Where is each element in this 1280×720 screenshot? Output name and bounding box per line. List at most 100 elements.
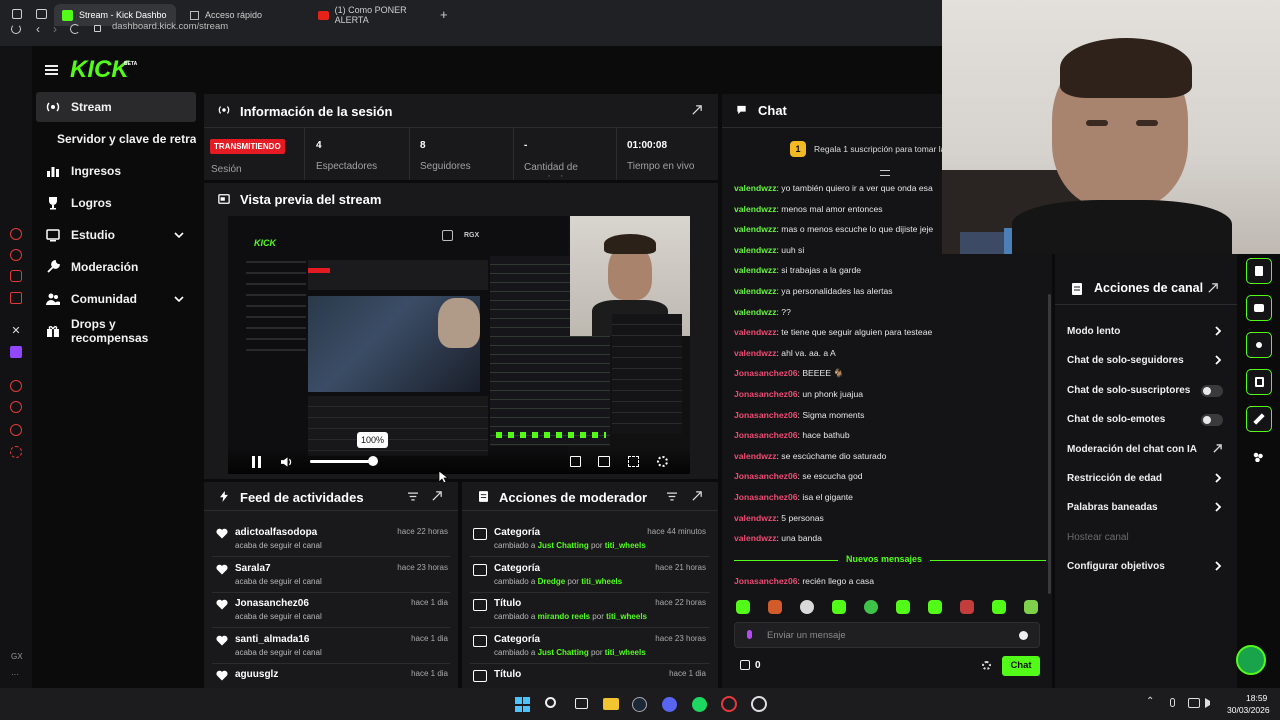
task-view-icon[interactable]: [575, 698, 588, 709]
url-field[interactable]: dashboard.kick.com/stream: [112, 21, 228, 32]
mod-action-moderator[interactable]: titi_wheels: [605, 541, 646, 550]
mod-action-item[interactable]: Categoría cambiado a Just Chatting por ti…: [462, 629, 718, 664]
instagram-icon[interactable]: [10, 270, 22, 282]
channel-action-palabras-baneadas[interactable]: Palabras baneadas: [1067, 502, 1158, 513]
tray-chevron-icon[interactable]: ⌃: [1146, 696, 1154, 707]
activity-item[interactable]: santi_almada16 acaba de seguir el canal ha…: [204, 629, 458, 664]
mod-action-item[interactable]: Categoría cambiado a Dredge por titi_whee…: [462, 558, 718, 593]
aria-icon[interactable]: [10, 228, 22, 240]
popout-icon[interactable]: [692, 105, 702, 115]
filter-icon[interactable]: [667, 492, 677, 501]
chat-username[interactable]: valendwzz: [734, 533, 777, 543]
reload-icon[interactable]: [11, 24, 21, 34]
emote-icon[interactable]: [928, 600, 942, 614]
stream-video[interactable]: KICK RGX: [228, 216, 690, 474]
opera-gx-icon[interactable]: [721, 696, 737, 712]
theater-icon[interactable]: [598, 456, 610, 467]
activity-username[interactable]: adictoalfasodopa: [235, 527, 317, 538]
activity-username[interactable]: Sarala7: [235, 563, 271, 574]
chat-username[interactable]: valendwzz: [734, 451, 777, 461]
tab-youtube[interactable]: (1) Como PONER ALERTA: [310, 4, 438, 26]
channel-action-chat-de-solo-emotes[interactable]: Chat de solo-emotes: [1067, 414, 1165, 425]
chat-username[interactable]: valendwzz: [734, 513, 777, 523]
video-settings-icon[interactable]: [657, 456, 668, 467]
chat-message-input[interactable]: Enviar un mensaje: [767, 630, 846, 641]
pip-icon[interactable]: [570, 456, 581, 467]
emote-icon[interactable]: [960, 600, 974, 614]
help-floating-button[interactable]: [1236, 645, 1266, 675]
steam-icon[interactable]: [632, 697, 647, 712]
windows-start-icon[interactable]: [515, 697, 530, 712]
rail-more-icon[interactable]: [1253, 452, 1263, 462]
mod-action-item[interactable]: Categoría cambiado a Just Chatting por ti…: [462, 522, 718, 557]
chat-username[interactable]: valendwzz: [734, 245, 777, 255]
file-explorer-icon[interactable]: [603, 698, 619, 710]
refresh-icon[interactable]: [70, 24, 80, 34]
channel-action-restriccion-de-edad[interactable]: Restricción de edad: [1067, 473, 1162, 484]
chat-scrollbar[interactable]: [1048, 294, 1051, 594]
rail-dashboard-button[interactable]: [1246, 258, 1272, 284]
channel-action-moderacion-del-chat-con-ia[interactable]: Moderación del chat con IA: [1067, 444, 1197, 455]
new-messages-label[interactable]: Nuevos mensajes: [838, 554, 931, 564]
channel-action-configurar-objetivos[interactable]: Configurar objetivos: [1067, 561, 1165, 572]
emoji-picker-icon[interactable]: [1019, 631, 1028, 640]
pinboard-icon[interactable]: [10, 424, 22, 436]
chat-username[interactable]: Jonasanchez06: [734, 492, 798, 502]
nav-item-estudio[interactable]: Estudio: [36, 220, 196, 250]
overlay-icon-1[interactable]: [442, 230, 453, 241]
kick-logo[interactable]: KICK: [70, 56, 129, 84]
channel-action-chat-de-solo-seguidores[interactable]: Chat de solo-seguidores: [1067, 355, 1184, 366]
chat-username[interactable]: valendwzz: [734, 204, 777, 214]
settings-icon[interactable]: [10, 446, 22, 458]
chevron-right-icon[interactable]: [1214, 473, 1222, 483]
forward-icon[interactable]: ›: [53, 22, 57, 36]
activity-item[interactable]: Jonasanchez06 acaba de seguir el canal hac…: [204, 593, 458, 628]
messenger-icon[interactable]: [10, 249, 22, 261]
workspace-icon[interactable]: [12, 9, 22, 19]
activity-item[interactable]: Sarala7 acaba de seguir el canal hace 23 h…: [204, 558, 458, 593]
history-icon[interactable]: [10, 401, 22, 413]
chat-settings-icon[interactable]: [982, 661, 991, 670]
mod-action-moderator[interactable]: titi_wheels: [605, 648, 646, 657]
mod-action-item[interactable]: Título cambiado a mirando reels por titi_…: [462, 593, 718, 628]
chat-username[interactable]: Jonasanchez06: [734, 471, 798, 481]
mod-action-moderator[interactable]: titi_wheels: [606, 612, 647, 621]
player-icon[interactable]: [10, 380, 22, 392]
fullscreen-icon[interactable]: [628, 456, 639, 467]
new-tab-button[interactable]: +: [440, 7, 448, 22]
emote-icon[interactable]: [736, 600, 750, 614]
volume-icon[interactable]: [281, 456, 294, 468]
popout-icon[interactable]: [1208, 283, 1218, 293]
nav-item-logros[interactable]: Logros: [36, 188, 196, 218]
nav-item-ingresos[interactable]: Ingresos: [36, 156, 196, 186]
mail-icon[interactable]: [10, 292, 22, 304]
hamburger-menu-icon[interactable]: [45, 65, 58, 75]
sidebar-more-icon[interactable]: GX: [11, 652, 23, 661]
emote-icon[interactable]: [768, 600, 782, 614]
activity-username[interactable]: aguusglz: [235, 669, 278, 680]
chevron-right-icon[interactable]: [1214, 502, 1222, 513]
activity-username[interactable]: santi_almada16: [235, 634, 310, 645]
external-link-icon[interactable]: [1213, 443, 1222, 454]
mic-tray-icon[interactable]: [1170, 698, 1175, 707]
gift-banner-text[interactable]: Regala 1 suscripción para tomar la: [814, 144, 945, 154]
pause-icon[interactable]: [252, 456, 262, 468]
channel-action-chat-de-solo-suscriptores[interactable]: Chat de solo-suscriptores: [1067, 385, 1190, 396]
chat-username[interactable]: valendwzz: [734, 286, 777, 296]
clock-time[interactable]: 18:59: [1246, 693, 1267, 703]
mod-action-moderator[interactable]: titi_wheels: [581, 577, 622, 586]
volume-slider-track[interactable]: [310, 460, 374, 463]
rail-mod-button[interactable]: [1246, 369, 1272, 395]
rail-chat-button[interactable]: [1246, 295, 1272, 321]
chat-username[interactable]: valendwzz: [734, 307, 777, 317]
emote-icon[interactable]: [896, 600, 910, 614]
filter-icon[interactable]: [408, 492, 418, 501]
chevron-right-icon[interactable]: [1214, 326, 1222, 336]
chevron-right-icon[interactable]: [1214, 561, 1222, 571]
nav-item-drops[interactable]: Drops y recompensas: [36, 316, 196, 346]
chat-username[interactable]: Jonasanchez06: [734, 389, 798, 399]
spotify-icon[interactable]: [692, 697, 707, 712]
network-icon[interactable]: [1188, 698, 1200, 708]
discord-icon[interactable]: [662, 697, 677, 712]
toggle-switch[interactable]: [1201, 414, 1223, 427]
